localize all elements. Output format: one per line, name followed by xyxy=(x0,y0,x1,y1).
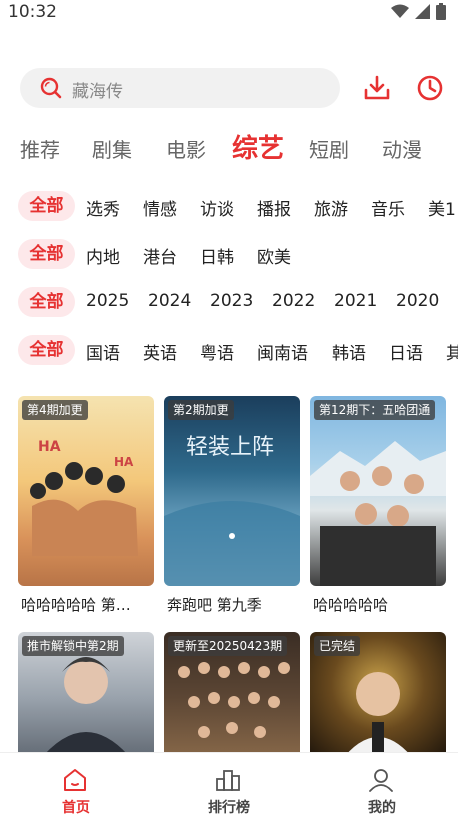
filter-year-all[interactable]: 全部 xyxy=(18,287,75,317)
nav-label: 排行榜 xyxy=(208,800,250,816)
filter-option[interactable]: 2024 xyxy=(148,291,191,311)
ranking-icon xyxy=(216,770,240,791)
status-icons xyxy=(391,3,446,20)
nav-home[interactable]: 首页 xyxy=(0,753,152,821)
history-clock-icon[interactable] xyxy=(416,74,444,102)
search-row: 藏海传 xyxy=(20,68,446,110)
episode-badge: 第2期加更 xyxy=(168,400,234,420)
tab-anime[interactable]: 动漫 xyxy=(382,134,422,163)
nav-label: 首页 xyxy=(62,800,90,816)
wifi-icon xyxy=(391,4,409,18)
episode-badge: 推市解锁中第2期 xyxy=(22,636,124,656)
filter-option[interactable]: 美1 xyxy=(428,195,456,220)
filter-option[interactable]: 访谈 xyxy=(200,195,234,220)
nav-profile[interactable]: 我的 xyxy=(306,753,458,821)
filter-option[interactable]: 情感 xyxy=(143,195,177,220)
profile-icon xyxy=(369,769,393,792)
episode-badge: 第4期加更 xyxy=(22,400,88,420)
download-icon[interactable] xyxy=(363,74,391,102)
filter-row-region: 全部 内地 港台 日韩 欧美 xyxy=(0,239,458,271)
show-title: 哈哈哈哈哈 xyxy=(313,596,389,614)
filter-row-language: 全部 国语 英语 粤语 闽南语 韩语 日语 其 xyxy=(0,335,458,367)
filter-language-all[interactable]: 全部 xyxy=(18,335,75,365)
filter-region-all[interactable]: 全部 xyxy=(18,239,75,269)
filter-genre-all[interactable]: 全部 xyxy=(18,191,75,221)
svg-text:HA: HA xyxy=(38,439,61,455)
filter-option[interactable]: 2025 xyxy=(86,291,129,311)
tab-short-drama[interactable]: 短剧 xyxy=(309,134,349,163)
status-time: 10:32 xyxy=(8,2,57,22)
poster-image: 轻装上阵 xyxy=(164,396,300,586)
filter-option[interactable]: 2021 xyxy=(334,291,377,311)
search-placeholder: 藏海传 xyxy=(72,82,123,102)
show-title: 奔跑吧 第九季 xyxy=(167,596,262,614)
filter-option[interactable]: 韩语 xyxy=(332,339,366,364)
filter-option[interactable]: 内地 xyxy=(86,243,120,268)
filter-option[interactable]: 2023 xyxy=(210,291,253,311)
filter-option[interactable]: 2022 xyxy=(272,291,315,311)
tab-recommend[interactable]: 推荐 xyxy=(20,134,60,163)
filter-option[interactable]: 闽南语 xyxy=(257,339,308,364)
search-input[interactable]: 藏海传 xyxy=(20,68,340,108)
show-title: 哈哈哈哈哈 第… xyxy=(21,596,131,614)
search-icon xyxy=(40,77,62,99)
home-icon xyxy=(64,769,86,791)
status-bar: 10:32 xyxy=(0,0,458,26)
filter-row-genre: 全部 选秀 情感 访谈 播报 旅游 音乐 美1 xyxy=(0,191,458,223)
poster-image: HA HA xyxy=(18,396,154,586)
nav-ranking[interactable]: 排行榜 xyxy=(153,753,305,821)
category-tabs: 推荐 剧集 电影 综艺 短剧 动漫 xyxy=(0,128,458,168)
filter-option[interactable]: 日韩 xyxy=(200,243,234,268)
filter-option[interactable]: 旅游 xyxy=(314,195,348,220)
filter-option[interactable]: 播报 xyxy=(257,195,291,220)
svg-text:HA: HA xyxy=(114,455,134,469)
filter-option[interactable]: 国语 xyxy=(86,339,120,364)
episode-badge: 第12期下：五哈团通 xyxy=(314,400,436,420)
battery-icon xyxy=(436,3,446,20)
filter-option[interactable]: 英语 xyxy=(143,339,177,364)
signal-icon xyxy=(415,4,430,19)
episode-badge: 更新至20250423期 xyxy=(168,636,288,656)
filter-row-year: 全部 2025 2024 2023 2022 2021 2020 xyxy=(0,287,458,319)
filter-option[interactable]: 音乐 xyxy=(371,195,405,220)
filter-option[interactable]: 欧美 xyxy=(257,243,291,268)
tab-movie[interactable]: 电影 xyxy=(166,134,206,163)
filter-option[interactable]: 选秀 xyxy=(86,195,120,220)
filter-option[interactable]: 港台 xyxy=(143,243,177,268)
episode-badge: 已完结 xyxy=(314,636,361,656)
tab-variety[interactable]: 综艺 xyxy=(232,128,284,165)
poster-image xyxy=(310,396,446,586)
nav-label: 我的 xyxy=(368,800,396,816)
svg-text:轻装上阵: 轻装上阵 xyxy=(186,435,274,460)
tab-series[interactable]: 剧集 xyxy=(92,134,132,163)
filter-option[interactable]: 其 xyxy=(446,339,458,364)
filter-option[interactable]: 粤语 xyxy=(200,339,234,364)
bottom-nav: 首页 排行榜 我的 xyxy=(0,752,458,821)
filter-option[interactable]: 2020 xyxy=(396,291,439,311)
filter-option[interactable]: 日语 xyxy=(389,339,423,364)
